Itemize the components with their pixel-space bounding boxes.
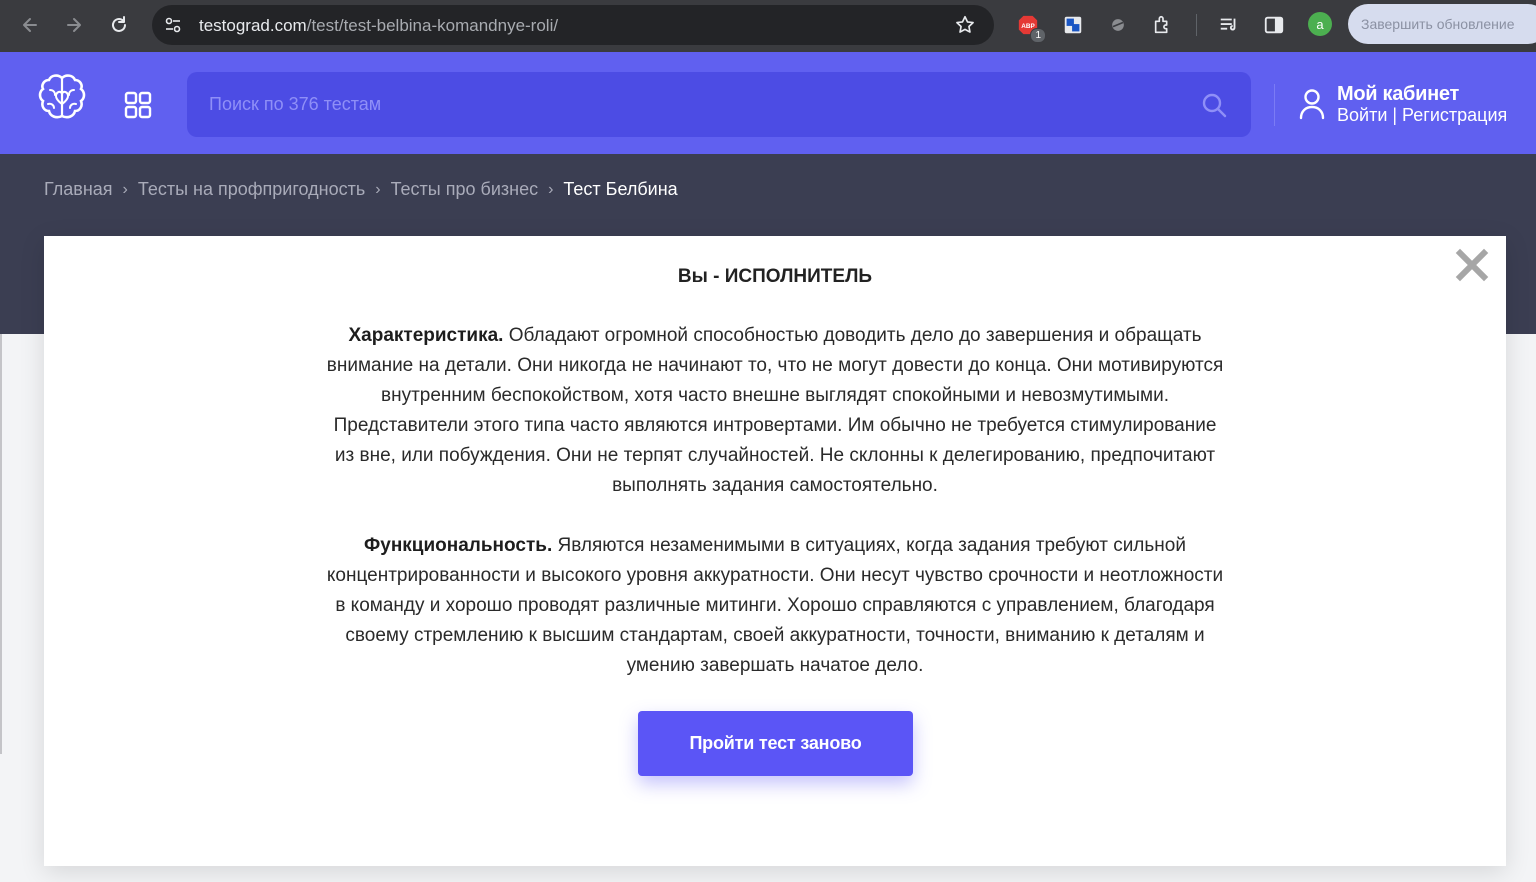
adblock-extension[interactable]: ABP 1: [1016, 13, 1046, 43]
address-bar[interactable]: testograd.com/test/test-belbina-komandny…: [152, 5, 994, 45]
globe-icon: [1112, 19, 1124, 31]
breadcrumb-separator: ›: [122, 180, 128, 198]
header-divider: [1274, 84, 1275, 126]
breadcrumb-current: Тест Белбина: [563, 179, 678, 199]
search-input[interactable]: [187, 72, 1251, 137]
vpn-extension[interactable]: [1106, 13, 1130, 37]
cabinet-title[interactable]: Мой кабинет: [1337, 83, 1459, 106]
reading-list-icon: [1220, 18, 1236, 31]
user-icon[interactable]: [1298, 88, 1326, 120]
profile-avatar[interactable]: a: [1308, 12, 1332, 36]
characteristic-text: Обладают огромной способностью доводить …: [326, 325, 1224, 496]
breadcrumb-career-tests[interactable]: Тесты на профпригодность: [138, 179, 365, 200]
search-icon[interactable]: [1201, 92, 1227, 118]
url-text[interactable]: testograd.com/test/test-belbina-komandny…: [199, 16, 558, 36]
breadcrumb-separator: ›: [375, 180, 381, 198]
characteristic-label: Характеристика.: [348, 325, 504, 346]
breadcrumb: Главная › Тесты на профпригодность › Тес…: [44, 179, 678, 200]
side-panel-button[interactable]: [1262, 13, 1286, 37]
page-edge: [0, 334, 2, 754]
breadcrumb-business-tests[interactable]: Тесты про бизнес: [391, 179, 539, 200]
forward-arrow-icon: [67, 18, 81, 32]
result-modal: Вы - ИСПОЛНИТЕЛЬ Характеристика. Обладаю…: [44, 236, 1506, 866]
update-browser-button[interactable]: Завершить обновление: [1348, 4, 1536, 44]
reload-button[interactable]: [105, 11, 133, 39]
result-title: Вы - ИСПОЛНИТЕЛЬ: [677, 266, 873, 287]
shield-icon: [1064, 16, 1082, 34]
functionality-label: Функциональность.: [364, 535, 553, 556]
reload-icon: [112, 16, 126, 32]
site-settings-icon[interactable]: [164, 16, 182, 34]
reading-list-button[interactable]: [1217, 13, 1241, 37]
functionality-paragraph: Функциональность. Являются незаменимыми …: [324, 531, 1226, 681]
functionality-text: Являются незаменимыми в ситуациях, когда…: [326, 535, 1224, 676]
search-box: [187, 72, 1251, 137]
site-header: Мой кабинет Войти | Регистрация: [0, 52, 1536, 154]
bookmark-star-icon[interactable]: [954, 14, 976, 36]
back-button[interactable]: [16, 11, 44, 39]
extension-icon: [1154, 15, 1168, 34]
url-domain: testograd.com: [199, 16, 307, 35]
extensions-menu-button[interactable]: [1151, 13, 1175, 37]
shield-extension[interactable]: [1061, 13, 1085, 37]
brain-logo-icon[interactable]: [36, 72, 88, 128]
forward-button[interactable]: [60, 11, 88, 39]
login-register-links[interactable]: Войти | Регистрация: [1337, 105, 1507, 126]
breadcrumb-separator: ›: [548, 180, 554, 198]
grid-icon[interactable]: [124, 91, 152, 119]
back-arrow-icon: [23, 18, 37, 32]
characteristic-paragraph: Характеристика. Обладают огромной способ…: [324, 321, 1226, 501]
breadcrumb-home[interactable]: Главная: [44, 179, 113, 200]
extension-badge: 1: [1030, 28, 1046, 43]
retake-test-button[interactable]: Пройти тест заново: [638, 711, 913, 776]
side-panel-icon: [1264, 16, 1284, 34]
toolbar-divider: [1196, 14, 1197, 36]
browser-toolbar: testograd.com/test/test-belbina-komandny…: [0, 0, 1536, 52]
url-path: /test/test-belbina-komandnye-roli/: [306, 16, 559, 35]
